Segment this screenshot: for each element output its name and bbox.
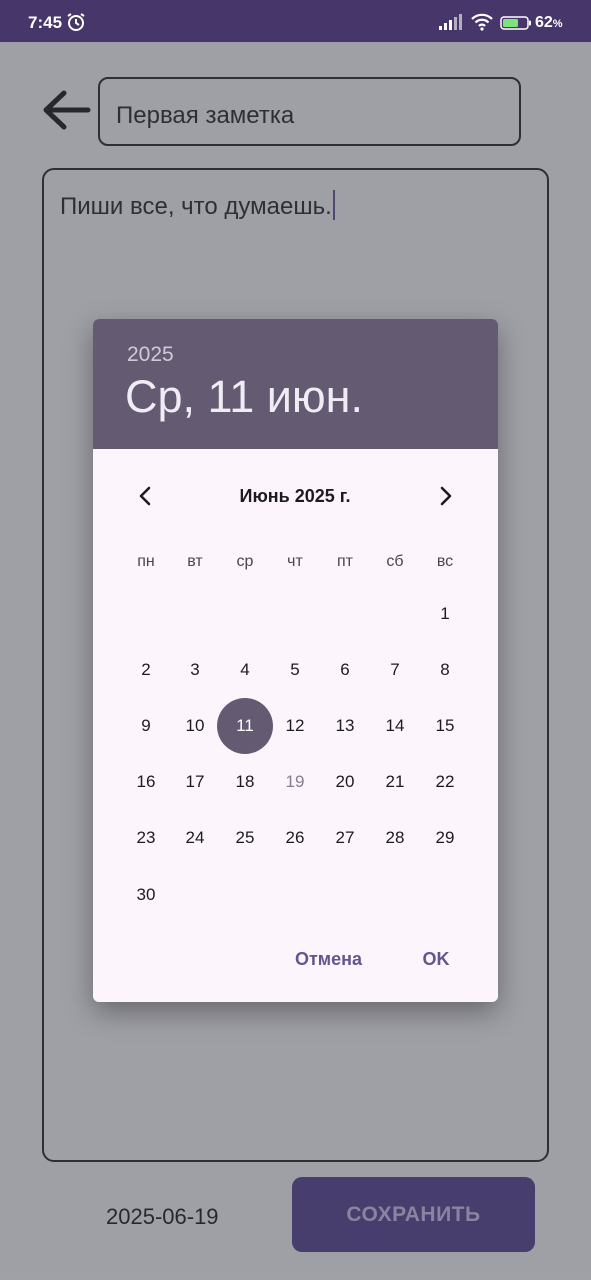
day-cell[interactable]: 7 <box>367 642 423 698</box>
header-selected-date: Ср, 11 июн. <box>125 371 363 422</box>
month-year-label: Июнь 2025 г. <box>239 486 351 506</box>
weekday-label: пн <box>137 553 155 570</box>
day-cell[interactable]: 15 <box>417 698 473 754</box>
weekday-label: пт <box>337 553 353 570</box>
weekday-label: вт <box>187 553 203 570</box>
header-year[interactable]: 2025 <box>127 343 174 367</box>
day-cell[interactable]: 22 <box>417 754 473 810</box>
next-month-button[interactable] <box>432 483 458 509</box>
day-cell[interactable]: 28 <box>367 810 423 866</box>
day-cell[interactable]: 20 <box>317 754 373 810</box>
signal-icon <box>439 14 463 35</box>
weekday-label: чт <box>287 553 303 570</box>
chevron-left-icon <box>133 486 159 513</box>
day-cell[interactable]: 29 <box>417 810 473 866</box>
day-cell[interactable]: 3 <box>167 642 223 698</box>
day-cell[interactable]: 24 <box>167 810 223 866</box>
cancel-button[interactable]: Отмена <box>281 949 376 979</box>
day-cell[interactable]: 9 <box>118 698 174 754</box>
day-cell[interactable]: 17 <box>167 754 223 810</box>
battery-percent: 62% <box>535 14 563 31</box>
day-cell[interactable]: 21 <box>367 754 423 810</box>
day-cell[interactable]: 30 <box>118 867 174 923</box>
day-cell[interactable]: 12 <box>267 698 323 754</box>
day-cell[interactable]: 8 <box>417 642 473 698</box>
weekday-label: сб <box>386 553 404 570</box>
day-cell[interactable]: 26 <box>267 810 323 866</box>
day-cell[interactable]: 27 <box>317 810 373 866</box>
day-cell[interactable]: 10 <box>167 698 223 754</box>
status-bar: 7:45 62% <box>0 0 591 42</box>
prev-month-button[interactable] <box>133 483 159 509</box>
day-cell[interactable]: 4 <box>217 642 273 698</box>
day-cell[interactable]: 1 <box>417 586 473 642</box>
weekday-label: ср <box>236 553 254 570</box>
day-cell[interactable]: 6 <box>317 642 373 698</box>
day-cell[interactable]: 25 <box>217 810 273 866</box>
day-cell-selected[interactable]: 11 <box>217 698 273 754</box>
status-time: 7:45 <box>28 13 63 32</box>
chevron-right-icon <box>432 486 458 513</box>
alarm-icon <box>66 12 86 37</box>
ok-button[interactable]: OK <box>411 949 461 979</box>
battery-icon <box>500 16 532 35</box>
day-cell[interactable]: 13 <box>317 698 373 754</box>
day-cell[interactable]: 5 <box>267 642 323 698</box>
day-cell[interactable]: 18 <box>217 754 273 810</box>
date-picker-dialog: 2025 Ср, 11 июн. Июнь 2025 г. пн вт ср чт пт… <box>93 319 498 1002</box>
day-cell[interactable]: 19 <box>267 754 323 810</box>
day-cell[interactable]: 16 <box>118 754 174 810</box>
day-cell[interactable]: 2 <box>118 642 174 698</box>
day-cell[interactable]: 14 <box>367 698 423 754</box>
wifi-icon <box>470 12 494 37</box>
weekday-label: вс <box>436 553 454 570</box>
date-picker-header: 2025 Ср, 11 июн. <box>93 319 498 449</box>
day-cell[interactable]: 23 <box>118 810 174 866</box>
